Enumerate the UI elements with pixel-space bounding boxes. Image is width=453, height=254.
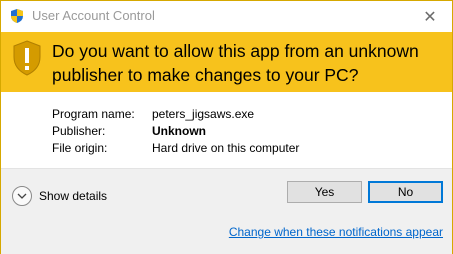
uac-question: Do you want to allow this app from an un… bbox=[52, 41, 419, 85]
uac-shield-icon bbox=[9, 8, 25, 24]
publisher-row: Publisher: Unknown bbox=[52, 123, 299, 140]
chevron-down-icon bbox=[12, 186, 32, 206]
title-bar: User Account Control ✕ bbox=[1, 1, 452, 32]
dialog-footer: Show details Yes No Change when these no… bbox=[1, 168, 452, 254]
show-details-label: Show details bbox=[39, 189, 108, 203]
program-name-row: Program name: peters_jigsaws.exe bbox=[52, 106, 299, 123]
file-origin-row: File origin: Hard drive on this computer bbox=[52, 140, 299, 157]
no-button[interactable]: No bbox=[368, 181, 443, 203]
window-title: User Account Control bbox=[32, 8, 155, 23]
close-button[interactable]: ✕ bbox=[408, 1, 452, 32]
close-icon: ✕ bbox=[423, 8, 437, 26]
program-name-value: peters_jigsaws.exe bbox=[152, 107, 255, 121]
program-name-label: Program name: bbox=[52, 107, 135, 121]
show-details-toggle[interactable]: Show details bbox=[12, 186, 107, 206]
yes-button[interactable]: Yes bbox=[287, 181, 362, 203]
warning-shield-icon bbox=[12, 40, 42, 76]
app-details: Program name: peters_jigsaws.exe Publish… bbox=[52, 106, 299, 157]
file-origin-value: Hard drive on this computer bbox=[152, 141, 300, 155]
publisher-value: Unknown bbox=[152, 124, 206, 138]
change-notifications-link[interactable]: Change when these notifications appear bbox=[229, 225, 443, 239]
publisher-label: Publisher: bbox=[52, 124, 106, 138]
warning-banner: Do you want to allow this app from an un… bbox=[1, 32, 452, 92]
uac-dialog: User Account Control ✕ Do you want to al… bbox=[0, 0, 453, 254]
file-origin-label: File origin: bbox=[52, 141, 108, 155]
